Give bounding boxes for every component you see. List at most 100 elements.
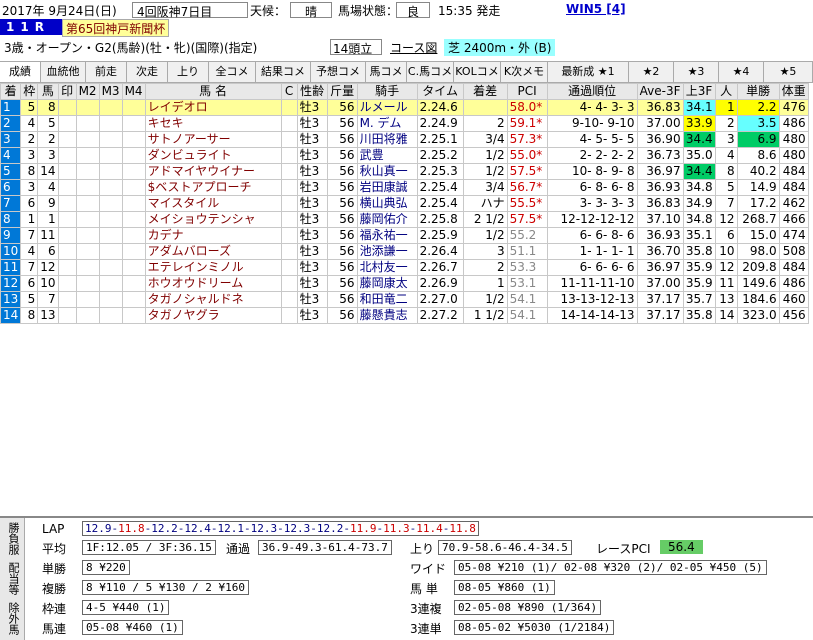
table-row[interactable]: 4 3 3 ダンビュライト 牡3 56 武豊 2.25.2 1/2 55.0* 2- 2- 2- 2… — [0, 147, 809, 164]
tab-prev-race[interactable]: 前走 — [86, 62, 127, 82]
cell-waku: 5 — [20, 99, 39, 116]
cell-m2 — [75, 163, 100, 180]
cell-rank: 12 — [0, 275, 22, 292]
table-row[interactable]: 10 4 6 アダムバローズ 牡3 56 池添謙一 2.26.4 3 51.1 1- 1- 1- 1… — [0, 243, 809, 260]
cell-ave: 36.93 — [636, 179, 684, 196]
cell-name: $ベストアプローチ — [144, 179, 282, 196]
col-header-16[interactable]: Ave-3F — [636, 83, 684, 100]
table-row[interactable]: 12 6 10 ホウオウドリーム 牡3 56 藤岡康太 2.26.9 1 53.1 11-11-11… — [0, 275, 809, 292]
cell-pop: 12 — [714, 259, 738, 276]
cell-pci: 57.5* — [506, 163, 548, 180]
cell-uma: 8 — [37, 99, 59, 116]
cell-odds: 3.5 — [736, 115, 780, 132]
cell-jockey: 北村友一 — [356, 259, 418, 276]
cell-mark — [57, 195, 77, 212]
cell-waku: 7 — [20, 259, 39, 276]
cell-waku: 4 — [20, 115, 39, 132]
cell-uma: 4 — [37, 179, 59, 196]
tab-next-race[interactable]: 次走 — [127, 62, 168, 82]
tab-result-comments[interactable]: 結果コメ — [256, 62, 311, 82]
cell-ave: 37.10 — [636, 211, 684, 228]
cell-weight: 480 — [778, 131, 809, 148]
cell-mark — [57, 307, 77, 324]
cell-weight: 466 — [778, 211, 809, 228]
cell-time: 2.25.8 — [416, 211, 464, 228]
cell-odds: 323.0 — [736, 307, 780, 324]
cell-pass: 11-11-11-10 — [546, 275, 638, 292]
col-header-2[interactable]: 馬 — [37, 83, 59, 100]
col-header-19[interactable]: 単勝 — [736, 83, 780, 100]
table-row[interactable]: 13 5 7 タガノシャルドネ 牡3 56 和田竜二 2.27.0 1/2 54.1 13-13-1… — [0, 291, 809, 308]
table-row[interactable]: 3 2 2 サトノアーサー 牡3 56 川田将雅 2.25.1 3/4 57.3* 4- 5- 5-… — [0, 131, 809, 148]
cell-mark — [57, 99, 77, 116]
tab-all-comments[interactable]: 全コメ — [209, 62, 256, 82]
cell-name: タガノシャルドネ — [144, 291, 282, 308]
col-header-3[interactable]: 印 — [57, 83, 77, 100]
table-row[interactable]: 9 7 11 カデナ 牡3 56 福永祐一 2.25.9 1/2 55.2 6- 6- 8- 6 36… — [0, 227, 809, 244]
table-row[interactable]: 5 8 14 アドマイヤウイナー 牡3 56 秋山真一 2.25.3 1/2 57.5* 10- 8… — [0, 163, 809, 180]
col-header-18[interactable]: 人 — [714, 83, 738, 100]
table-row[interactable]: 11 7 12 エテレインミノル 牡3 56 北村友一 2.26.7 2 53.3 6- 6- 6-… — [0, 259, 809, 276]
table-row[interactable]: 1 5 8 レイデオロ 牡3 56 ルメール 2.24.6 58.0* 4- 4- 3- 3 36.… — [0, 99, 809, 116]
table-row[interactable]: 2 4 5 キセキ 牡3 56 M. デム 2.24.9 2 59.1* 9-10- 9-10 37.… — [0, 115, 809, 132]
tab-k-next-memo[interactable]: K次メモ — [501, 62, 548, 82]
side-tab-scratched[interactable]: 除外馬 — [3, 602, 21, 635]
lap-time: 11.9 — [350, 522, 377, 535]
table-row[interactable]: 8 1 1 メイショウテンシャ 牡3 56 藤岡佑介 2.25.8 2 1/2 57.5* 12-1… — [0, 211, 809, 228]
side-tab-silks[interactable]: 勝負服 — [3, 522, 21, 555]
cell-m4 — [121, 131, 146, 148]
cell-pass: 4- 5- 5- 5 — [546, 131, 638, 148]
tab-latest-star1[interactable]: 最新成 ★1 — [548, 62, 629, 82]
cell-m3 — [98, 147, 123, 164]
tab-star5[interactable]: ★5 — [764, 62, 813, 82]
tab-pedigree[interactable]: 血統他 — [41, 62, 86, 82]
col-header-8[interactable]: C — [280, 83, 298, 100]
cell-agari: 34.8 — [682, 179, 716, 196]
tab-agari[interactable]: 上り — [168, 62, 209, 82]
tab-prediction-comments[interactable]: 予想コメ — [311, 62, 366, 82]
tab-star3[interactable]: ★3 — [674, 62, 719, 82]
col-header-13[interactable]: 着差 — [462, 83, 508, 100]
table-row[interactable]: 7 6 9 マイスタイル 牡3 56 横山典弘 2.25.4 ハナ 55.5* 3- 3- 3- 3… — [0, 195, 809, 212]
win5-link[interactable]: WIN5 [4] — [566, 2, 626, 16]
col-header-12[interactable]: タイム — [416, 83, 464, 100]
tab-star4[interactable]: ★4 — [719, 62, 764, 82]
lap-label: LAP — [42, 522, 65, 536]
cell-odds: 8.6 — [736, 147, 780, 164]
cell-name: アドマイヤウイナー — [144, 163, 282, 180]
cell-c — [280, 227, 298, 244]
col-header-4[interactable]: M2 — [75, 83, 100, 100]
cell-m3 — [98, 163, 123, 180]
tab-c-horse-comments[interactable]: C.馬コメ — [407, 62, 454, 82]
cell-ave: 36.97 — [636, 259, 684, 276]
cell-m4 — [121, 179, 146, 196]
cell-c — [280, 275, 298, 292]
course-map-link[interactable]: コース図 — [390, 39, 437, 56]
tab-horse-comments[interactable]: 馬コメ — [366, 62, 407, 82]
col-header-10[interactable]: 斤量 — [326, 83, 358, 100]
table-row[interactable]: 6 3 4 $ベストアプローチ 牡3 56 岩田康誠 2.25.4 3/4 56.7* 6- 8- … — [0, 179, 809, 196]
tab-star2[interactable]: ★2 — [629, 62, 674, 82]
col-header-15[interactable]: 通過順位 — [546, 83, 638, 100]
cell-weight: 484 — [778, 259, 809, 276]
cell-m3 — [98, 115, 123, 132]
col-header-17[interactable]: 上3F — [682, 83, 716, 100]
cell-rank: 7 — [0, 195, 22, 212]
cell-pop: 11 — [714, 275, 738, 292]
col-header-20[interactable]: 体重 — [778, 83, 809, 100]
col-header-6[interactable]: M4 — [121, 83, 146, 100]
col-header-11[interactable]: 騎手 — [356, 83, 418, 100]
payout-value: 4-5 ¥440 (1) — [82, 600, 170, 615]
col-header-0[interactable]: 着 — [0, 83, 22, 100]
tab-results[interactable]: 成績 — [0, 62, 41, 82]
cell-pci: 55.2 — [506, 227, 548, 244]
col-header-5[interactable]: M3 — [98, 83, 123, 100]
col-header-1[interactable]: 枠 — [20, 83, 39, 100]
col-header-7[interactable]: 馬 名 — [144, 83, 282, 100]
col-header-9[interactable]: 性齢 — [296, 83, 328, 100]
tab-kol-comments[interactable]: KOLコメ — [454, 62, 501, 82]
side-tab-payouts[interactable]: 配当等 — [3, 562, 21, 595]
col-header-14[interactable]: PCI — [506, 83, 548, 100]
table-row[interactable]: 14 8 13 タガノヤグラ 牡3 56 藤懸貴志 2.27.2 1 1/2 54.1 14-14-… — [0, 307, 809, 324]
cell-pci: 58.0* — [506, 99, 548, 116]
